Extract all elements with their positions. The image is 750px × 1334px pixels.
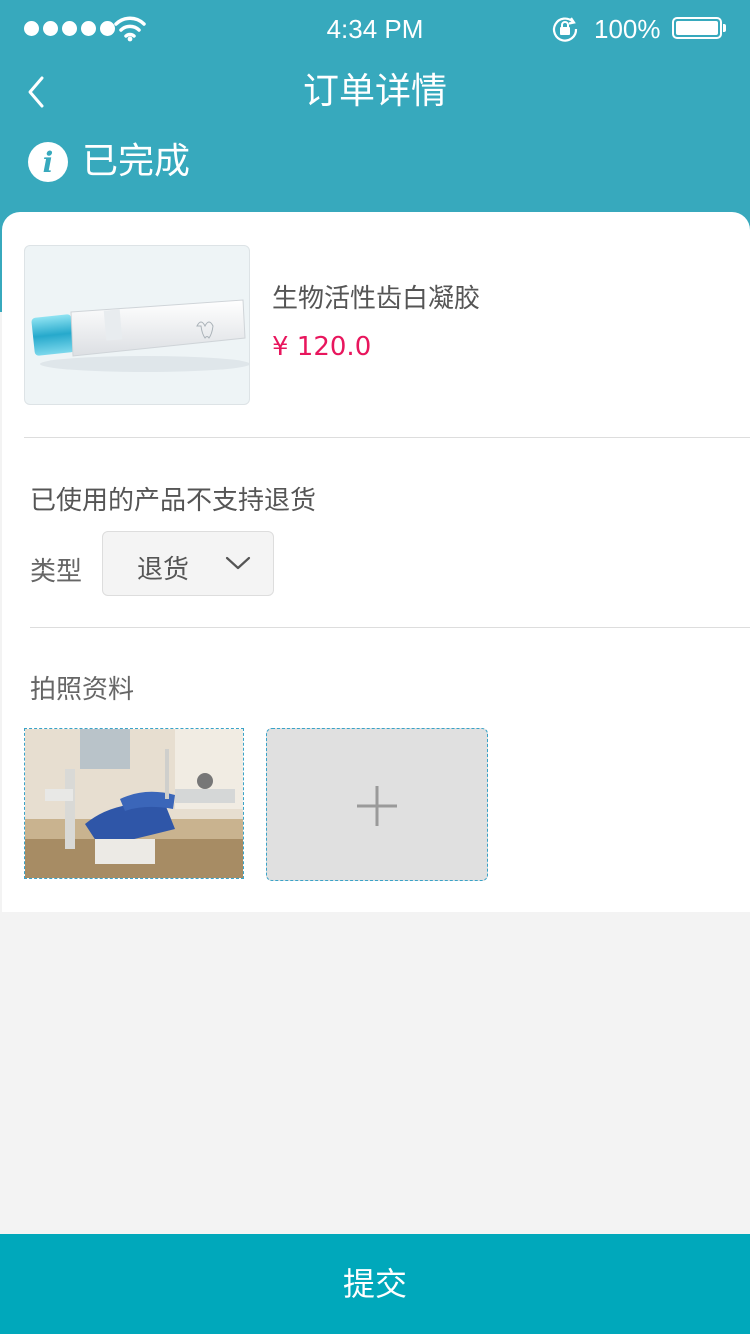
- battery-percent: 100%: [594, 14, 661, 44]
- divider: [24, 437, 750, 438]
- order-status: i 已完成: [28, 140, 190, 184]
- battery-icon: [672, 17, 722, 39]
- type-select[interactable]: 退货: [102, 531, 274, 596]
- order-card: 生物活性齿白凝胶 ¥ 120.0 已使用的产品不支持退货 类型 退货 拍照资料: [2, 212, 750, 912]
- type-label: 类型: [30, 557, 83, 587]
- product-image: [24, 245, 250, 405]
- info-icon: i: [28, 142, 68, 182]
- product-name: 生物活性齿白凝胶: [272, 284, 481, 314]
- product-price: ¥ 120.0: [272, 332, 372, 362]
- return-notice: 已使用的产品不支持退货: [30, 486, 317, 516]
- chevron-down-icon: [225, 556, 251, 570]
- plus-icon: [357, 786, 397, 826]
- submit-button[interactable]: 提交: [0, 1234, 750, 1334]
- uploaded-photo[interactable]: [24, 728, 244, 879]
- add-photo-button[interactable]: [266, 728, 488, 881]
- divider: [30, 627, 750, 628]
- page-title: 订单详情: [302, 71, 447, 112]
- rotation-lock-icon: [552, 17, 578, 42]
- type-select-value: 退货: [137, 555, 190, 585]
- battery-tip: [723, 24, 726, 32]
- status-bar: 4:34 PM 100%: [0, 0, 750, 58]
- photo-label: 拍照资料: [30, 675, 135, 705]
- order-status-label: 已完成: [82, 141, 191, 182]
